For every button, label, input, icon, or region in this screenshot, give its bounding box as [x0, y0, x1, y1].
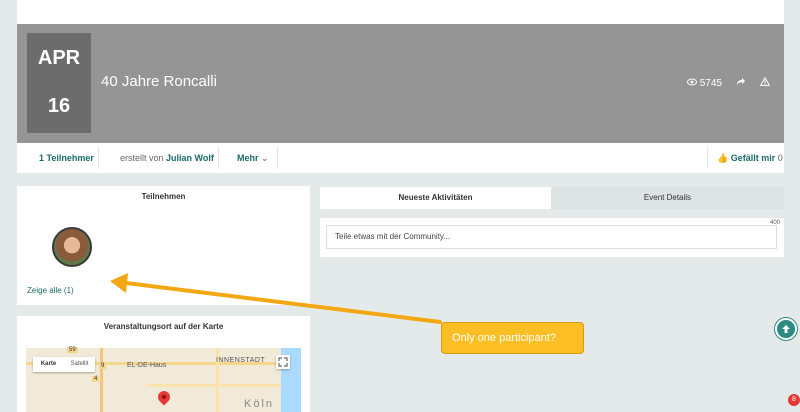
scroll-to-top-button[interactable]	[775, 318, 797, 340]
notification-badge[interactable]: 8	[788, 394, 800, 406]
arrow-up-icon	[782, 325, 790, 333]
annotation-callout: Only one participant?	[441, 322, 584, 354]
annotation-arrow	[110, 273, 442, 324]
